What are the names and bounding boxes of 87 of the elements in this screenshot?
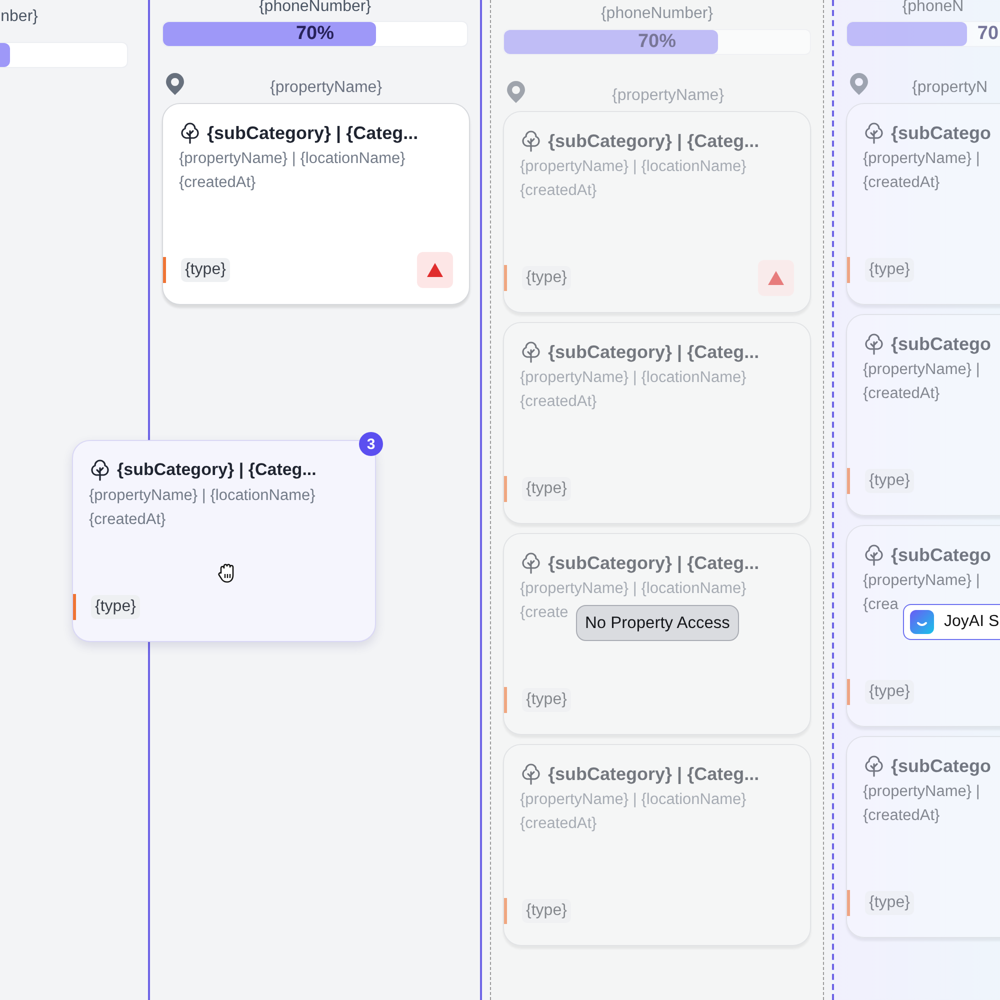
- accent-bar: [847, 468, 850, 494]
- tree-icon: [179, 122, 201, 144]
- created-date: {createdAt}: [179, 174, 257, 192]
- type-tag: {type}: [865, 469, 914, 493]
- card-subtitle: {propertyName} | {locationName}: [89, 487, 316, 505]
- accent-bar: [847, 257, 850, 283]
- task-card[interactable]: {subCategory} | {Categ... {propertyName} | {locationName} {createdAt} {type}: [503, 322, 811, 524]
- phone-number: {phoneNumber}: [600, 5, 714, 23]
- card-title: {subCatego: [891, 334, 992, 354]
- created-date: {createdAt}: [863, 807, 941, 825]
- count-badge: 3: [359, 432, 383, 456]
- property-name: {propertyName}: [610, 87, 726, 105]
- card-title: {subCatego: [891, 544, 992, 566]
- tree-icon: [89, 459, 111, 481]
- type-tag: {type}: [865, 891, 914, 915]
- phone-number: nber}: [0, 8, 38, 26]
- card-subtitle: {propertyName} |: [863, 783, 981, 801]
- type-tag: {type}: [865, 258, 914, 282]
- created-date: {create: [520, 604, 570, 622]
- task-card[interactable]: {subCatego {propertyName} | {createdAt} {type}: [846, 314, 1000, 516]
- type-tag: {type}: [522, 477, 571, 501]
- priority-button[interactable]: [417, 252, 453, 288]
- task-card[interactable]: {subCategory} | {Categ... {propertyName} | {locationName} {createdAt} {type}: [503, 111, 811, 313]
- accent-bar: [504, 687, 507, 713]
- accent-bar: [504, 476, 507, 502]
- created-date: {createdAt}: [520, 182, 598, 200]
- property-name: {propertyName}: [268, 79, 384, 97]
- card-title: {subCatego: [891, 122, 992, 144]
- created-date: {createdAt}: [89, 511, 167, 529]
- type-tag: {type}: [181, 258, 230, 282]
- warning-triangle-icon: [427, 263, 443, 277]
- card-title: {subCategory} | {Categ...: [548, 342, 760, 362]
- warning-triangle-icon: [768, 271, 784, 285]
- location-pin-icon: [507, 81, 525, 103]
- progress-reading: 70: [977, 23, 999, 45]
- card-subtitle: {propertyName} |: [863, 361, 981, 379]
- tree-icon: [520, 763, 542, 785]
- accent-bar: [847, 890, 850, 916]
- card-subtitle: {propertyName} | {locationName}: [520, 369, 748, 387]
- type-tag: {type}: [522, 688, 571, 712]
- popup-label: JoyAI S: [944, 613, 1000, 631]
- smile-app-icon: [910, 610, 934, 634]
- card-title: {subCategory} | {Categ...: [207, 122, 418, 144]
- created-date: {crea: [863, 596, 900, 614]
- card-title: {subCategory} | {Categ...: [548, 130, 760, 152]
- tree-icon: [863, 544, 885, 566]
- location-pin-icon: [850, 73, 868, 95]
- location-pin-icon: [166, 73, 184, 95]
- type-tag: {type}: [91, 595, 140, 619]
- task-card[interactable]: {subCategory} | {Categ... {propertyName} | {locationName} {createdAt} {type}: [162, 103, 470, 305]
- task-card[interactable]: {subCatego {propertyName} | {createdAt} {type}: [846, 103, 1000, 305]
- card-subtitle: {propertyName} | {locationName}: [179, 150, 406, 168]
- priority-button[interactable]: [758, 260, 794, 296]
- task-card[interactable]: {subCatego {propertyName} | {createdAt} {type}: [846, 736, 1000, 938]
- tree-icon: [863, 755, 885, 777]
- accent-bar: [504, 265, 507, 291]
- type-tag: {type}: [522, 899, 571, 923]
- created-date: {createdAt}: [520, 815, 598, 833]
- progress-reading: 70%: [296, 23, 334, 45]
- card-subtitle: {propertyName} |: [863, 572, 981, 590]
- tree-icon: [863, 122, 885, 144]
- tooltip: No Property Access: [576, 605, 739, 641]
- accent-bar: [73, 594, 76, 620]
- accent-bar: [163, 257, 166, 283]
- card-subtitle: {propertyName} | {locationName}: [520, 791, 748, 809]
- accent-bar: [504, 898, 507, 924]
- card-title: {subCategory} | {Categ...: [117, 460, 316, 480]
- card-title: {subCategory} | {Categ...: [548, 552, 760, 574]
- accent-bar: [847, 679, 850, 705]
- type-tag: {type}: [522, 266, 571, 290]
- tree-icon: [520, 130, 542, 152]
- property-name: {propertyN: [911, 79, 989, 97]
- created-date: {createdAt}: [520, 393, 598, 411]
- card-subtitle: {propertyName} | {locationName}: [520, 580, 748, 598]
- created-date: {createdAt}: [863, 385, 941, 403]
- card-title: {subCatego: [891, 756, 992, 776]
- tree-icon: [520, 341, 542, 363]
- card-subtitle: {propertyName} | {locationName}: [520, 158, 748, 176]
- card-subtitle: {propertyName} |: [863, 150, 981, 168]
- progress-reading: 70%: [638, 31, 676, 53]
- task-card[interactable]: {subCategory} | {Categ... {propertyName} | {locationName} {createdAt} {type}: [503, 744, 811, 946]
- created-date: {createdAt}: [863, 174, 941, 192]
- assistant-popup[interactable]: JoyAI S: [903, 604, 1000, 640]
- type-tag: {type}: [865, 680, 914, 704]
- card-title: {subCategory} | {Categ...: [548, 764, 760, 784]
- tree-icon: [520, 552, 542, 574]
- tree-icon: [863, 333, 885, 355]
